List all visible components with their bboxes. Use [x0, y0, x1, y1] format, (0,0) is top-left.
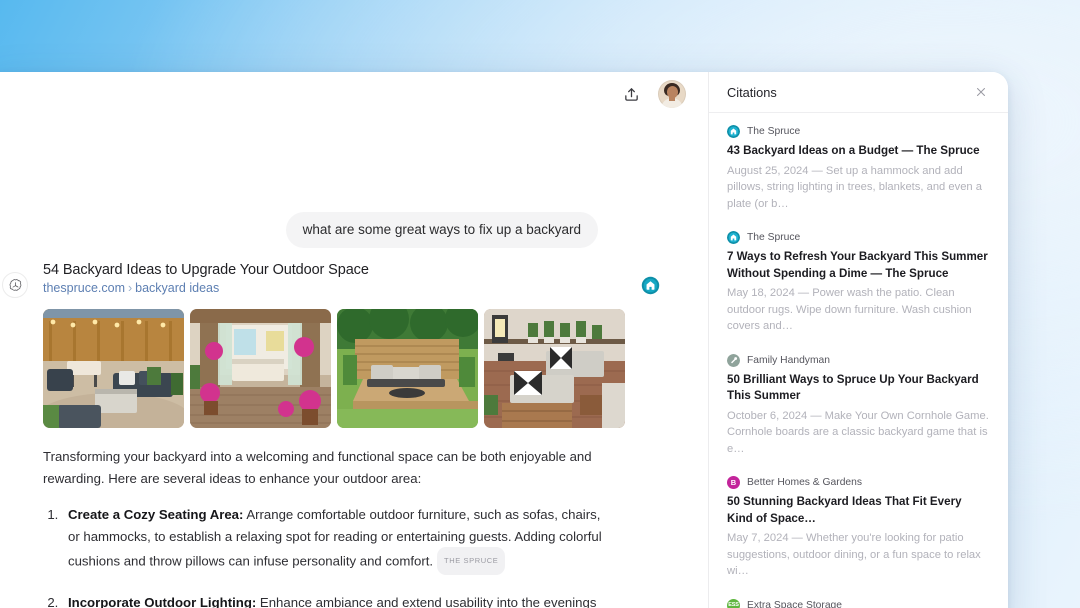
inline-citation-badge[interactable]: THE SPRUCE — [437, 547, 506, 575]
extra-space-storage-favicon: ESS — [727, 598, 740, 608]
thumbnail-image-2[interactable] — [190, 309, 331, 428]
citation-source-name: Family Handyman — [747, 354, 830, 366]
citation-snippet: August 25, 2024 — Set up a hammock and a… — [727, 164, 982, 210]
citation-item[interactable]: B Better Homes & Gardens 50 Stunning Bac… — [727, 476, 990, 580]
thumbnail-image-4[interactable] — [484, 309, 625, 428]
citation-item[interactable]: The Spruce 43 Backyard Ideas on a Budget… — [727, 125, 990, 212]
web-result-header: 54 Backyard Ideas to Upgrade Your Outdoo… — [43, 262, 678, 295]
list-item: Create a Cozy Seating Area: Arrange comf… — [62, 504, 609, 576]
citation-source: ESS Extra Space Storage — [727, 598, 990, 608]
citation-headline[interactable]: 50 Brilliant Ways to Spruce Up Your Back… — [727, 372, 990, 405]
user-message-bubble: what are some great ways to fix up a bac… — [285, 212, 598, 248]
close-icon[interactable] — [972, 83, 990, 101]
citation-item[interactable]: Family Handyman 50 Brilliant Ways to Spr… — [727, 353, 990, 458]
the-spruce-favicon — [727, 125, 740, 138]
citation-headline[interactable]: 7 Ways to Refresh Your Backyard This Sum… — [727, 249, 990, 282]
citation-source: The Spruce — [727, 125, 990, 138]
assistant-message: 54 Backyard Ideas to Upgrade Your Outdoo… — [0, 262, 708, 608]
citations-panel: Citations The Spruce 43 Backyard Ideas o… — [708, 72, 1008, 608]
chatgpt-logo-icon — [2, 272, 28, 298]
intro-paragraph: Transforming your backyard into a welcom… — [43, 449, 592, 486]
breadcrumb-path: backyard ideas — [135, 281, 220, 295]
breadcrumb[interactable]: thespruce.com › backyard ideas — [43, 281, 638, 295]
list-item: Incorporate Outdoor Lighting: Enhance am… — [62, 592, 609, 608]
citation-snippet: October 6, 2024 — Make Your Own Cornhole… — [727, 409, 989, 455]
citations-header: Citations — [709, 72, 1008, 113]
answer-body: 54 Backyard Ideas to Upgrade Your Outdoo… — [43, 262, 678, 608]
citation-item[interactable]: ESS Extra Space Storage Your DIY Guide t… — [727, 598, 990, 608]
family-handyman-favicon — [727, 353, 740, 367]
breadcrumb-domain: thespruce.com — [43, 281, 125, 295]
page-title: 54 Backyard Ideas to Upgrade Your Outdoo… — [43, 262, 369, 278]
the-spruce-favicon — [727, 231, 740, 244]
image-strip — [43, 309, 678, 428]
citations-title: Citations — [727, 84, 777, 100]
breadcrumb-separator: › — [127, 281, 133, 295]
citation-snippet: May 18, 2024 — Power wash the patio. Cle… — [727, 287, 972, 332]
thumbnail-image-3[interactable] — [337, 309, 478, 428]
thumbnail-image-1[interactable] — [43, 309, 184, 428]
citation-headline[interactable]: 43 Backyard Ideas on a Budget — The Spru… — [727, 143, 990, 160]
citation-source: Family Handyman — [727, 353, 990, 367]
list-item-heading: Create a Cozy Seating Area: — [68, 507, 244, 522]
citation-source-name: Extra Space Storage — [747, 599, 843, 608]
app-window: what are some great ways to fix up a bac… — [0, 72, 1008, 608]
list-item-heading: Incorporate Outdoor Lighting: — [68, 595, 257, 608]
citation-source-name: Better Homes & Gardens — [747, 477, 863, 488]
top-toolbar — [0, 72, 708, 116]
citation-snippet: May 7, 2024 — Whether you're looking for… — [727, 532, 981, 577]
user-avatar[interactable] — [658, 80, 686, 108]
better-homes-gardens-favicon: B — [727, 476, 740, 489]
citations-list[interactable]: The Spruce 43 Backyard Ideas on a Budget… — [709, 113, 1008, 608]
share-upload-icon[interactable] — [618, 81, 644, 107]
citation-source-name: The Spruce — [747, 126, 801, 137]
citation-headline[interactable]: 50 Stunning Backyard Ideas That Fit Ever… — [727, 494, 990, 527]
ideas-list: Create a Cozy Seating Area: Arrange comf… — [43, 504, 609, 608]
citation-item[interactable]: The Spruce 7 Ways to Refresh Your Backya… — [727, 231, 990, 335]
conversation-pane: what are some great ways to fix up a bac… — [0, 72, 708, 608]
user-message-row: what are some great ways to fix up a bac… — [285, 212, 598, 248]
the-spruce-favicon[interactable] — [641, 276, 660, 295]
citation-source: B Better Homes & Gardens — [727, 476, 990, 489]
citation-source: The Spruce — [727, 231, 990, 244]
citation-source-name: The Spruce — [747, 232, 801, 243]
